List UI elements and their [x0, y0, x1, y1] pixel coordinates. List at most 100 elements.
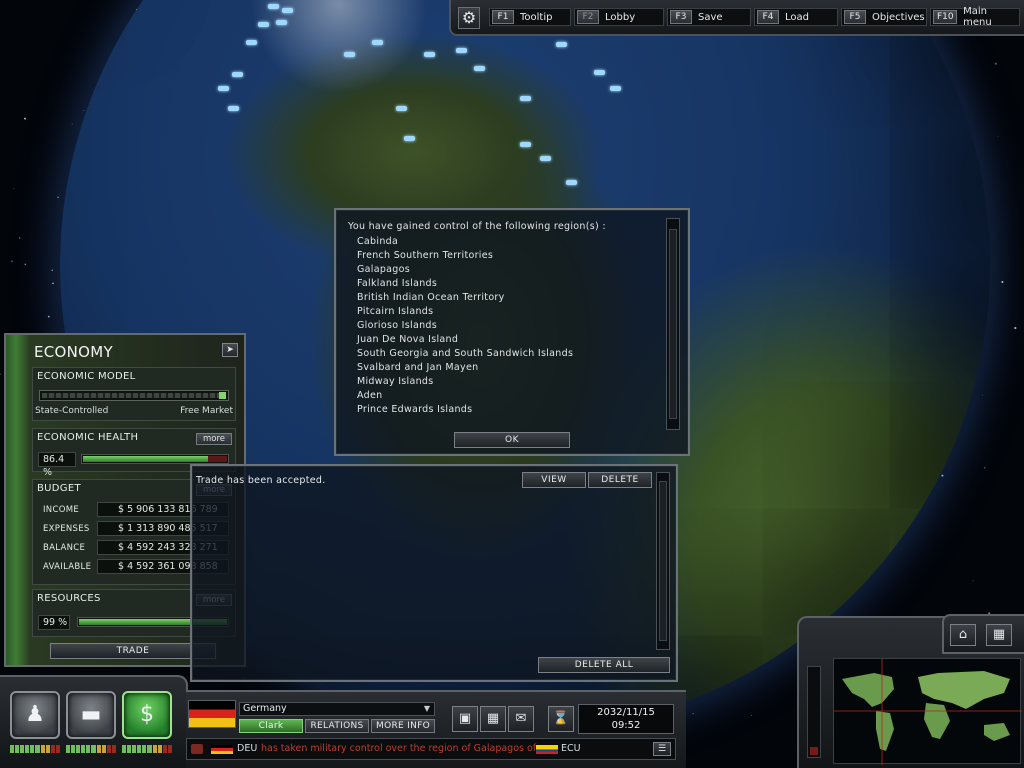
- region-item: Prince Edwards Islands: [357, 404, 473, 415]
- slider-thumb[interactable]: [219, 392, 226, 399]
- military-status-meter: [66, 745, 116, 753]
- naval-unit-marker[interactable]: [276, 20, 287, 25]
- hourglass-icon[interactable]: ⌛: [548, 706, 574, 732]
- zoom-gauge[interactable]: [807, 666, 821, 758]
- hotkey-bar: ⚙ F1 Tooltip F2 Lobby F3 Save F4 Load F5 Objectiv…: [449, 0, 1024, 36]
- world-minimap[interactable]: [833, 658, 1022, 765]
- health-value: 86.4 %: [38, 452, 76, 478]
- resources-heading: RESOURCES: [37, 593, 101, 604]
- delete-all-button[interactable]: DELETE ALL: [538, 657, 670, 673]
- hotkey-label: Load: [785, 11, 809, 23]
- date-time-display: 2032/11/15 09:52: [578, 704, 674, 734]
- region-item: Glorioso Islands: [357, 320, 437, 331]
- region-item: Falkland Islands: [357, 278, 438, 289]
- state-controlled-label: State-Controlled: [35, 406, 109, 416]
- hotkey-key: F1: [492, 10, 514, 24]
- budget-label-balance: BALANCE: [43, 543, 86, 553]
- country-select[interactable]: Germany ▼: [239, 702, 435, 716]
- naval-unit-marker[interactable]: [520, 96, 531, 101]
- hotkey-main-menu[interactable]: F10 Main menu: [930, 6, 1020, 28]
- hotkey-key: F3: [670, 10, 692, 24]
- bar-chart-icon[interactable]: ▦: [480, 706, 506, 732]
- tank-icon: [191, 744, 203, 754]
- economy-title: ECONOMY: [34, 343, 113, 361]
- budget-label-available: AVAILABLE: [43, 562, 92, 572]
- naval-unit-marker[interactable]: [556, 42, 567, 47]
- economic-model-slider[interactable]: [39, 390, 229, 401]
- trade-message[interactable]: Trade has been accepted.: [196, 475, 326, 486]
- naval-unit-marker[interactable]: [456, 48, 467, 53]
- naval-unit-marker[interactable]: [404, 136, 415, 141]
- minimap-tab: ⌂ ▦: [942, 614, 1024, 654]
- naval-unit-marker[interactable]: [282, 8, 293, 13]
- naval-unit-marker[interactable]: [424, 52, 435, 57]
- news-ticker[interactable]: DEU has taken military control over the …: [186, 738, 676, 760]
- economic-model-section: ECONOMIC MODEL State-Controlled Free Mar…: [32, 367, 236, 421]
- ticker-message: has taken military control over the regi…: [261, 743, 537, 754]
- naval-unit-marker[interactable]: [396, 106, 407, 111]
- hotkey-load[interactable]: F4 Load: [754, 8, 838, 26]
- naval-unit-marker[interactable]: [218, 86, 229, 91]
- podium-icon: ♟: [25, 702, 45, 727]
- naval-unit-marker[interactable]: [228, 106, 239, 111]
- hotkey-label: Main menu: [963, 6, 992, 28]
- home-icon[interactable]: ⌂: [950, 624, 976, 646]
- region-item: Juan De Nova Island: [357, 334, 459, 345]
- hotkey-objectives[interactable]: F5 Objectives: [841, 8, 927, 26]
- politics-status-meter: [10, 745, 60, 753]
- naval-unit-marker[interactable]: [258, 22, 269, 27]
- list-icon[interactable]: ☰: [653, 742, 671, 756]
- expand-arrow-icon[interactable]: ➤: [222, 343, 238, 357]
- naval-unit-marker[interactable]: [232, 72, 243, 77]
- military-category-button[interactable]: ▬: [66, 691, 116, 739]
- dollar-icon: $: [140, 702, 154, 727]
- region-item: Cabinda: [357, 236, 399, 247]
- free-market-label: Free Market: [180, 406, 233, 416]
- naval-unit-marker[interactable]: [566, 180, 577, 185]
- tank-view-icon[interactable]: ▦: [986, 624, 1012, 646]
- economy-category-button[interactable]: $: [122, 691, 172, 739]
- naval-unit-marker[interactable]: [344, 52, 355, 57]
- monitor-icon[interactable]: ▣: [452, 706, 478, 732]
- hotkey-tooltip[interactable]: F1 Tooltip: [489, 8, 571, 26]
- hotkey-label: Tooltip: [520, 11, 553, 23]
- target-country-code: ECU: [561, 743, 581, 754]
- naval-unit-marker[interactable]: [610, 86, 621, 91]
- naval-unit-marker[interactable]: [246, 40, 257, 45]
- region-item: Pitcairn Islands: [357, 306, 434, 317]
- ok-button[interactable]: OK: [454, 432, 570, 448]
- mail-icon[interactable]: ✉: [508, 706, 534, 732]
- naval-unit-marker[interactable]: [474, 66, 485, 71]
- budget-heading: BUDGET: [37, 483, 81, 494]
- more-info-button[interactable]: MORE INFO: [371, 719, 435, 733]
- economic-health-heading: ECONOMIC HEALTH: [37, 432, 139, 443]
- naval-unit-marker[interactable]: [372, 40, 383, 45]
- hotkey-lobby: F2 Lobby: [574, 8, 664, 26]
- country-name: Germany: [243, 703, 287, 714]
- hotkey-key: F4: [757, 10, 779, 24]
- delete-button[interactable]: DELETE: [588, 472, 652, 488]
- tank-icon: ▬: [80, 702, 102, 727]
- chevron-down-icon: ▼: [423, 704, 430, 713]
- regions-intro: You have gained control of the following…: [348, 221, 606, 232]
- relations-button[interactable]: RELATIONS: [305, 719, 369, 733]
- messages-scrollbar[interactable]: [656, 472, 670, 650]
- naval-unit-marker[interactable]: [594, 70, 605, 75]
- hotkey-save[interactable]: F3 Save: [667, 8, 751, 26]
- naval-unit-marker[interactable]: [520, 142, 531, 147]
- game-time: 09:52: [611, 720, 641, 731]
- budget-label-income: INCOME: [43, 505, 79, 515]
- health-more-button[interactable]: more: [196, 433, 232, 445]
- view-button[interactable]: VIEW: [522, 472, 586, 488]
- region-item: British Indian Ocean Territory: [357, 292, 505, 303]
- naval-unit-marker[interactable]: [268, 4, 279, 9]
- gear-icon[interactable]: ⚙: [458, 7, 480, 29]
- hotkey-label: Lobby: [605, 11, 636, 23]
- deu-flag-icon: [211, 745, 233, 754]
- politics-category-button[interactable]: ♟: [10, 691, 60, 739]
- naval-unit-marker[interactable]: [540, 156, 551, 161]
- region-list-scrollbar[interactable]: [666, 218, 680, 430]
- source-country-code: DEU: [237, 743, 258, 754]
- budget-label-expenses: EXPENSES: [43, 524, 90, 534]
- leader-button[interactable]: Clark: [239, 719, 303, 733]
